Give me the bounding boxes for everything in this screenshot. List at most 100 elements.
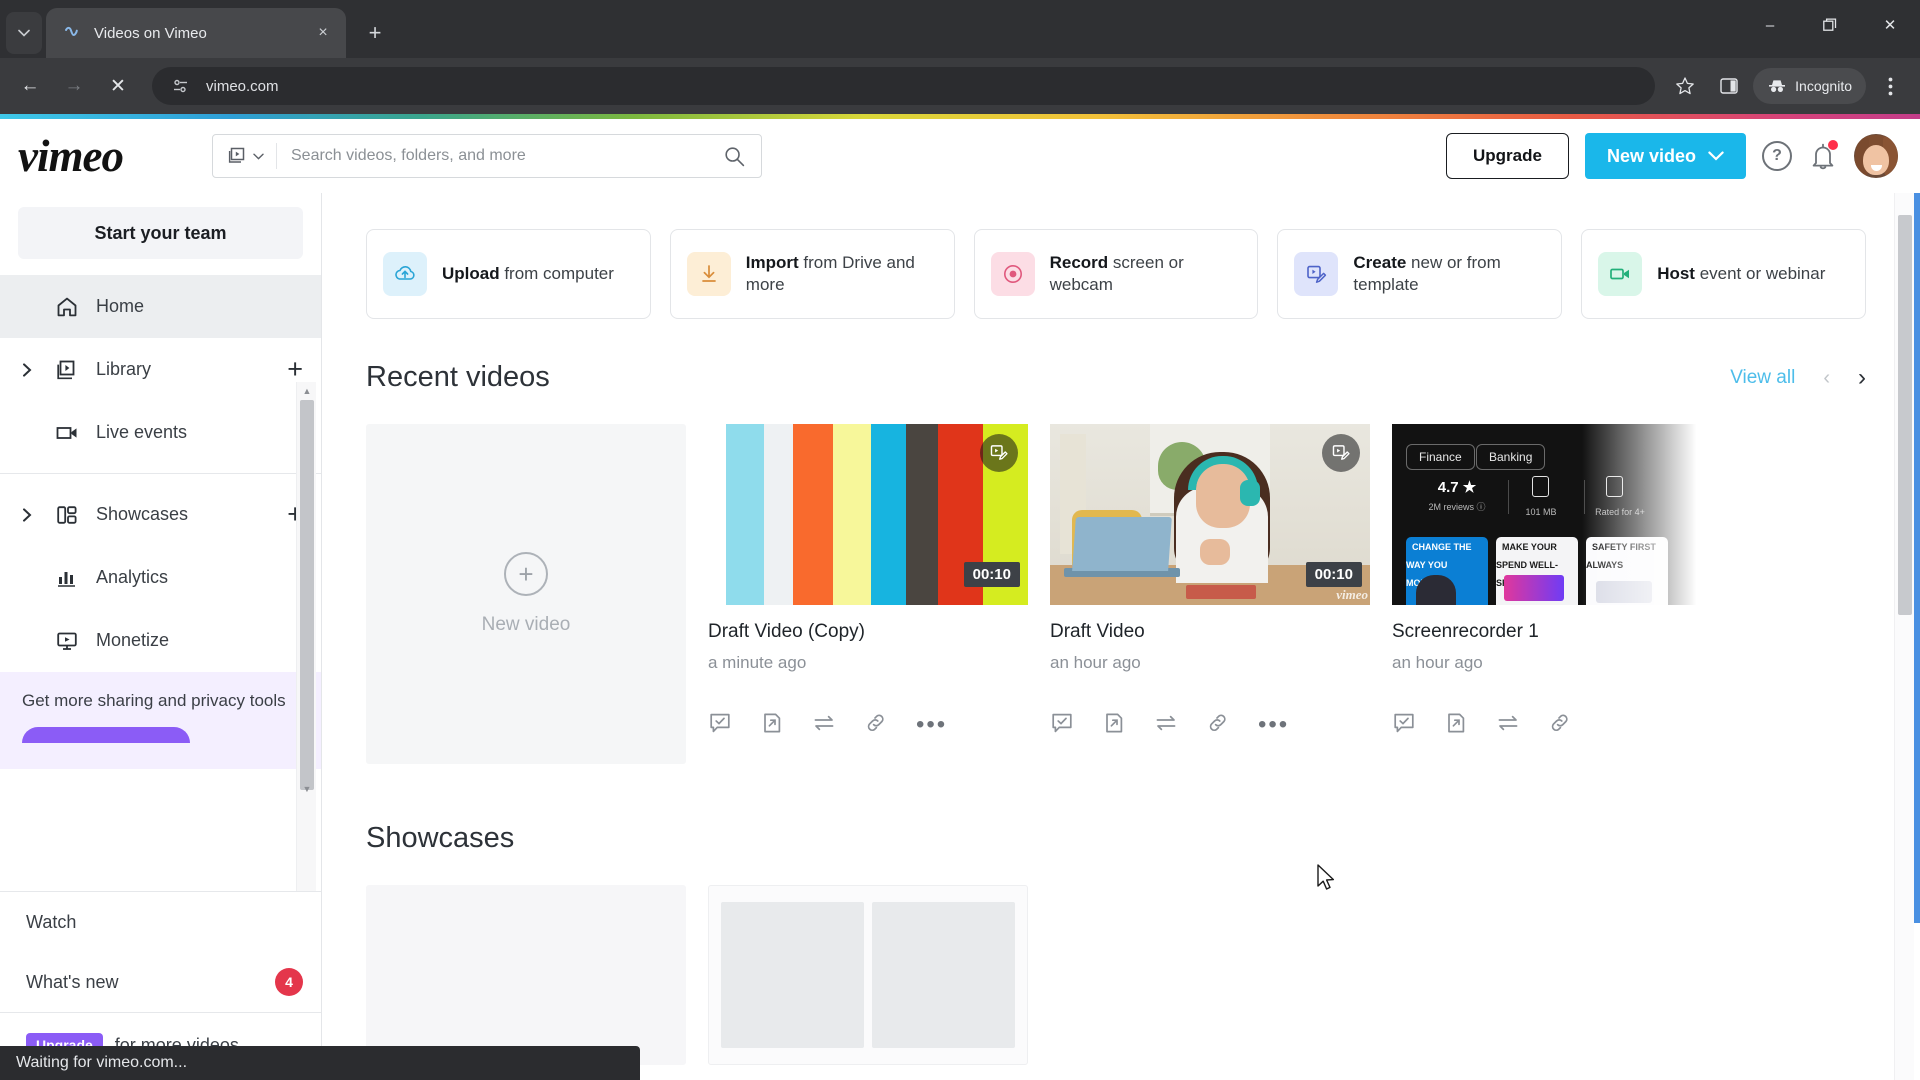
transfer-icon[interactable]	[812, 711, 836, 740]
page-scrollbar-thumb[interactable]	[1898, 215, 1912, 615]
upgrade-button[interactable]: Upgrade	[1446, 133, 1569, 179]
video-title[interactable]: Draft Video	[1050, 621, 1370, 643]
showcase-card[interactable]	[366, 885, 686, 1065]
quick-action-upload[interactable]: Upload from computer	[366, 229, 651, 319]
video-card[interactable]: 00:10 vimeo Draft Video an hour ago •••	[1050, 424, 1370, 764]
sidebar-item-whats-new[interactable]: What's new 4	[0, 952, 321, 1012]
help-icon[interactable]: ?	[1762, 141, 1792, 171]
search-input[interactable]	[277, 147, 708, 165]
start-your-team-button[interactable]: Start your team	[18, 207, 303, 259]
tab-title: Videos on Vimeo	[94, 24, 207, 42]
analytics-icon	[52, 566, 82, 590]
share-out-icon[interactable]	[760, 711, 784, 740]
video-thumbnail[interactable]: 00:10	[708, 424, 1028, 605]
back-button[interactable]: ←	[10, 66, 50, 106]
chevron-right-icon[interactable]	[22, 507, 38, 522]
chevron-right-icon[interactable]: ›	[1858, 365, 1866, 390]
video-title[interactable]: Screenrecorder 1	[1392, 621, 1712, 643]
share-out-icon[interactable]	[1102, 711, 1126, 740]
add-library-button[interactable]: +	[287, 356, 303, 383]
forward-button[interactable]: →	[54, 66, 94, 106]
review-icon[interactable]	[708, 711, 732, 740]
address-bar[interactable]: vimeo.com	[152, 67, 1656, 105]
review-icon[interactable]	[1392, 711, 1416, 740]
video-title[interactable]: Draft Video (Copy)	[708, 621, 1028, 643]
transfer-icon[interactable]	[1496, 711, 1520, 740]
browser-tab[interactable]: Videos on Vimeo ×	[46, 8, 346, 58]
quick-action-rest: from computer	[499, 263, 614, 283]
view-all-link[interactable]: View all	[1730, 367, 1795, 389]
incognito-hat-icon	[1769, 80, 1786, 92]
link-icon[interactable]	[864, 711, 888, 740]
header-actions: Upgrade New video ?	[1446, 133, 1898, 179]
sidebar-promo-card[interactable]: Get more sharing and privacy tools	[0, 672, 321, 769]
thumb-chip: Banking	[1476, 444, 1546, 470]
page-scrollbar[interactable]	[1894, 193, 1914, 1080]
video-timestamp: a minute ago	[708, 653, 807, 672]
new-tab-button[interactable]: +	[356, 14, 394, 52]
video-card[interactable]: Finance Banking 4.7 ★ 2M reviews ⓘ 101 M…	[1392, 424, 1712, 764]
monetize-icon	[52, 629, 82, 653]
sidebar-item-home[interactable]: Home	[0, 275, 321, 338]
vimeo-logo[interactable]: vimeo	[18, 133, 166, 179]
quick-action-bold: Import	[745, 252, 799, 272]
sidebar-item-showcases[interactable]: Showcases +	[0, 483, 321, 546]
import-download-icon	[686, 252, 731, 296]
sidebar-scrollbar[interactable]: ▲ ▼	[296, 382, 316, 891]
video-filter-icon	[228, 147, 245, 163]
chevron-left-icon[interactable]: ‹	[1823, 368, 1830, 388]
new-video-tile[interactable]: + New video	[366, 424, 686, 764]
video-card[interactable]: 00:10 Draft Video (Copy) a minute ago ••…	[708, 424, 1028, 764]
quick-action-bold: Host	[1657, 263, 1695, 283]
showcase-card[interactable]	[708, 885, 1028, 1065]
site-settings-icon[interactable]	[168, 73, 194, 99]
sidebar-item-analytics[interactable]: Analytics	[0, 546, 321, 609]
scroll-down-arrow-icon[interactable]: ▼	[297, 780, 317, 798]
new-video-button[interactable]: New video	[1584, 133, 1746, 179]
search-icon[interactable]	[708, 146, 761, 167]
quick-action-create[interactable]: Create new or from template	[1277, 229, 1563, 319]
mouse-cursor	[1317, 864, 1335, 890]
video-thumbnail[interactable]: Finance Banking 4.7 ★ 2M reviews ⓘ 101 M…	[1392, 424, 1712, 605]
chevron-right-icon[interactable]	[22, 362, 38, 377]
quick-action-record[interactable]: Record screen or webcam	[973, 229, 1259, 319]
app-store-screenrecording: Finance Banking 4.7 ★ 2M reviews ⓘ 101 M…	[1392, 424, 1712, 605]
window-maximize-button[interactable]	[1800, 0, 1860, 50]
share-out-icon[interactable]	[1444, 711, 1468, 740]
avatar[interactable]	[1854, 134, 1898, 178]
window-minimize-button[interactable]: –	[1740, 0, 1800, 50]
promo-cta-button[interactable]	[22, 726, 190, 743]
new-video-tile-label: New video	[481, 614, 571, 635]
quick-action-host[interactable]: Host event or webinar	[1581, 229, 1866, 319]
window-close-button[interactable]: ✕	[1860, 0, 1920, 50]
link-icon[interactable]	[1206, 711, 1230, 740]
tab-search-button[interactable]	[6, 12, 42, 54]
notifications-button[interactable]	[1808, 139, 1839, 172]
stop-loading-button[interactable]: ✕	[98, 66, 138, 106]
search-type-selector[interactable]	[213, 143, 277, 169]
link-icon[interactable]	[1548, 711, 1572, 740]
side-panel-icon[interactable]	[1709, 66, 1749, 106]
sidebar-item-watch[interactable]: Watch	[0, 892, 321, 952]
search-bar[interactable]	[212, 134, 762, 178]
sidebar: Start your team Home Library + Live even…	[0, 193, 322, 1080]
video-thumbnail[interactable]: 00:10 vimeo	[1050, 424, 1370, 605]
more-icon[interactable]: •••	[1258, 712, 1289, 737]
edit-video-icon[interactable]	[1322, 434, 1360, 472]
bookmark-star-icon[interactable]	[1665, 66, 1705, 106]
sidebar-item-monetize[interactable]: Monetize	[0, 609, 321, 672]
edit-video-icon[interactable]	[980, 434, 1018, 472]
tab-close-button[interactable]: ×	[310, 20, 336, 46]
transfer-icon[interactable]	[1154, 711, 1178, 740]
browser-status-bar: Waiting for vimeo.com...	[0, 1046, 640, 1080]
sidebar-item-library[interactable]: Library +	[0, 338, 321, 401]
video-duration: 00:10	[1305, 562, 1362, 587]
sidebar-scrollbar-thumb[interactable]	[300, 400, 314, 790]
scroll-up-arrow-icon[interactable]: ▲	[297, 382, 317, 400]
incognito-indicator[interactable]: Incognito	[1753, 68, 1866, 104]
three-dot-menu-icon[interactable]	[1870, 66, 1910, 106]
sidebar-item-live-events[interactable]: Live events	[0, 401, 321, 464]
more-icon[interactable]: •••	[916, 712, 947, 737]
review-icon[interactable]	[1050, 711, 1074, 740]
quick-action-import[interactable]: Import from Drive and more	[669, 229, 955, 319]
